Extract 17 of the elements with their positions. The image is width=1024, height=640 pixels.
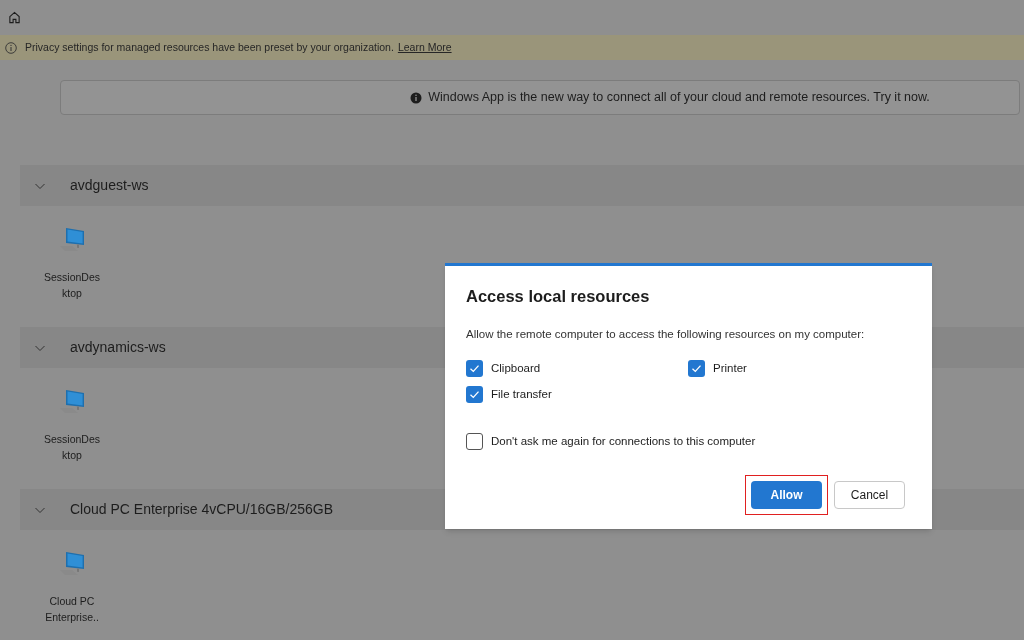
group-title: avdynamics-ws [70, 338, 166, 357]
group-title: avdguest-ws [70, 176, 149, 195]
tile-label: SessionDes [44, 270, 100, 285]
checkbox-label: File transfer [491, 387, 552, 403]
dialog-title: Access local resources [466, 286, 651, 307]
checkbox-label: Printer [713, 361, 747, 376]
tile-label: SessionDes [44, 432, 100, 447]
tile-label: ktop [62, 286, 82, 301]
tile-label: ktop [62, 448, 82, 463]
tile-label: Cloud PC [49, 594, 95, 609]
tile-label: Enterprise.. [45, 610, 99, 625]
checkbox-label: Clipboard [491, 361, 541, 376]
group-title: Cloud PC Enterprise 4vCPU/16GB/256GB [70, 500, 333, 519]
banner-text: Privacy settings for managed resources have been preset by your organization. [25, 39, 394, 55]
notice-text: Windows App is the new way to connect all of your cloud and remote resources. Try it now. [428, 89, 930, 107]
dialog-description: Allow the remote computer to access the following resources on my computer: [466, 326, 866, 342]
checkbox-label: Don't ask me again for connections to this computer [491, 433, 756, 449]
